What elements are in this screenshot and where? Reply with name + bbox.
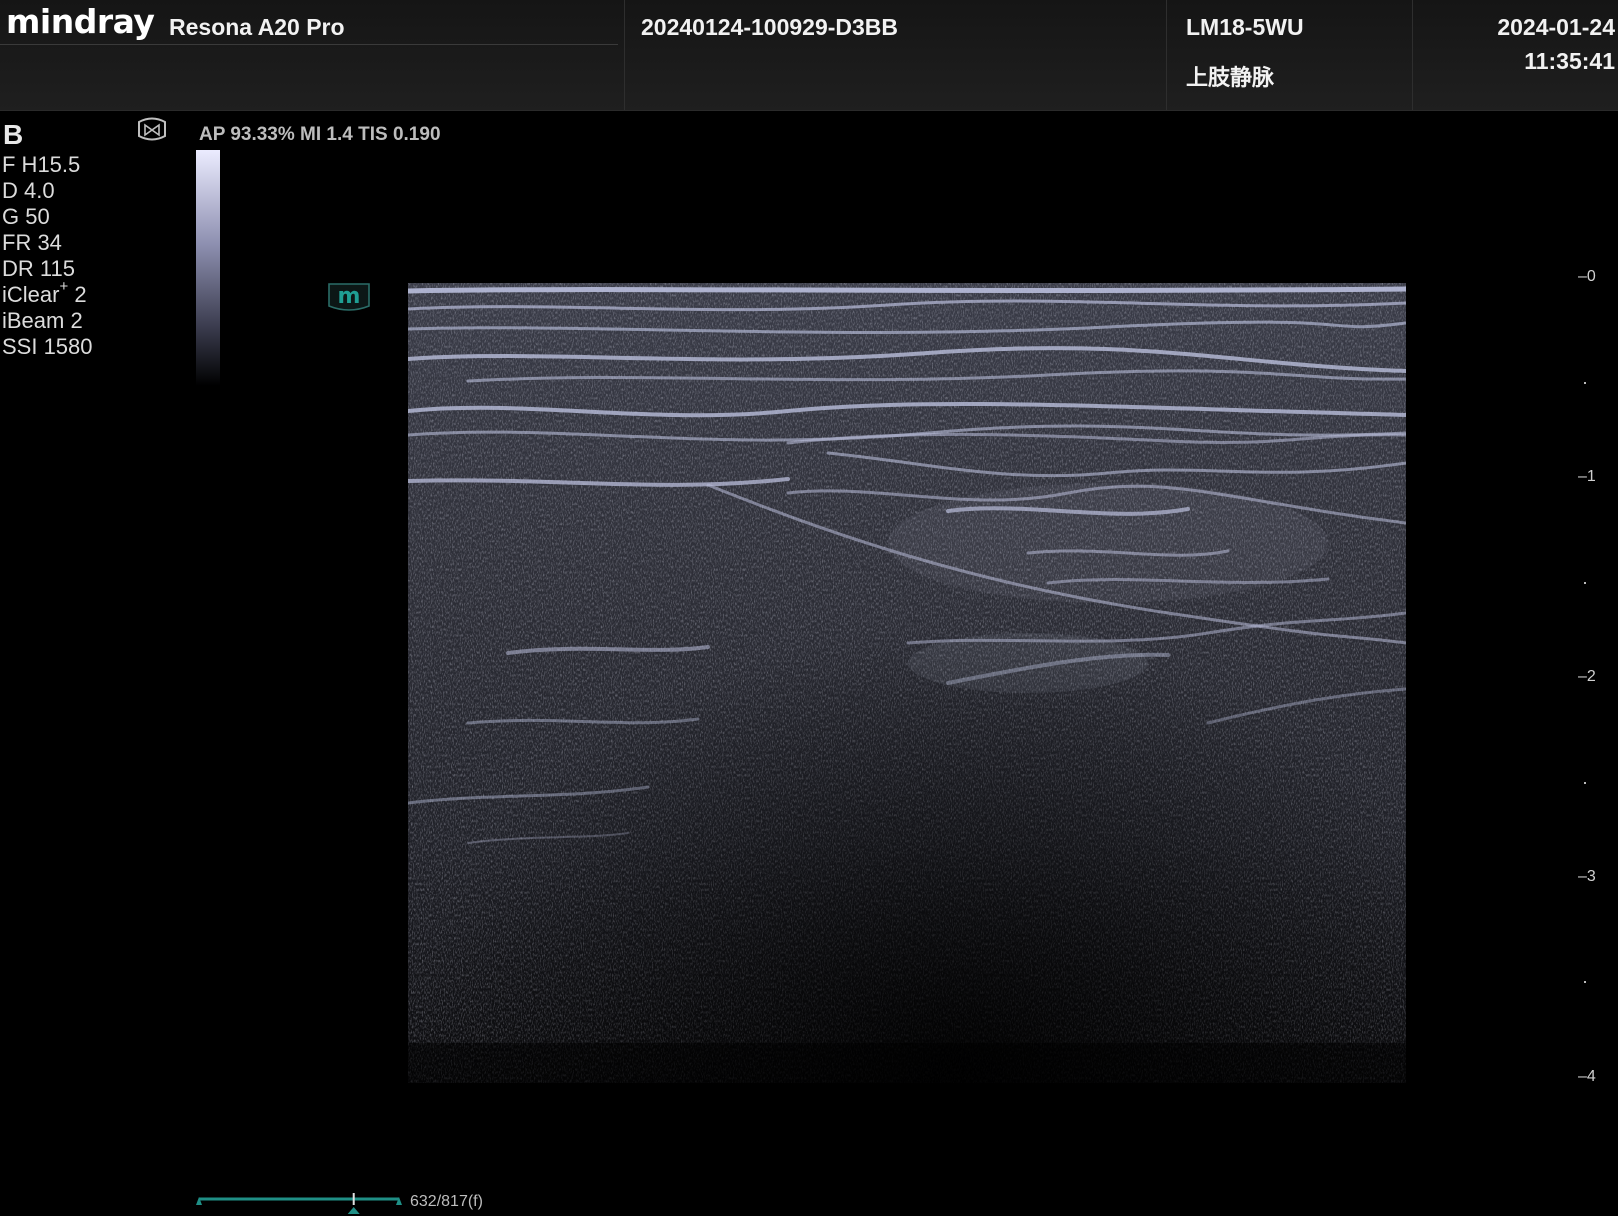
param-depth: D 4.0	[2, 178, 55, 203]
exam-id: 20240124-100929-D3BB	[641, 14, 899, 40]
ultrasound-image[interactable]	[408, 283, 1406, 1083]
exam-date: 2024-01-24	[1497, 14, 1615, 40]
depth-tick-3-label: 3	[1586, 868, 1596, 885]
system-model: Resona A20 Pro	[169, 14, 345, 40]
header-section-exam: 20240124-100929-D3BB	[624, 0, 1167, 110]
depth-scale: –0 –1 –2 –3 –4	[1570, 268, 1618, 1100]
probe-orientation-icon	[138, 117, 166, 141]
grayscale-bar	[196, 150, 220, 386]
depth-minor-tick	[1584, 981, 1586, 983]
depth-tick-3: –3	[1578, 868, 1596, 885]
m-badge-letter: m	[338, 284, 361, 309]
depth-tick-2-label: 2	[1586, 668, 1596, 685]
param-iclear-value: 2	[68, 282, 87, 307]
depth-tick-4-label: 4	[1586, 1068, 1596, 1085]
exam-preset: 上肢静脉	[1186, 65, 1275, 90]
depth-tick-1: –1	[1578, 468, 1596, 485]
exam-time: 11:35:41	[1524, 48, 1615, 74]
depth-minor-tick	[1584, 382, 1586, 384]
param-ibeam: iBeam 2	[2, 308, 83, 333]
param-frequency: F H15.5	[2, 152, 81, 177]
header-section-system: mindray Resona A20 Pro	[0, 0, 625, 110]
depth-minor-tick	[1584, 582, 1586, 584]
imaging-mode: B	[3, 119, 24, 150]
param-ssi: SSI 1580	[2, 334, 93, 359]
param-iclear-plus: +	[59, 278, 69, 295]
header-divider	[0, 44, 618, 45]
depth-tick-0: –0	[1578, 268, 1596, 285]
cine-frame-counter: 632/817(f)	[410, 1193, 483, 1210]
acoustic-output: AP 93.33% MI 1.4 TIS 0.190	[199, 124, 441, 145]
parameter-list: F H15.5 D 4.0 G 50 FR 34 DR 115 iClear+ …	[2, 152, 93, 360]
param-iclear-name: iClear	[2, 282, 60, 307]
probe-name: LM18-5WU	[1186, 14, 1304, 40]
header-section-probe: LM18-5WU 上肢静脉	[1166, 0, 1413, 110]
depth-tick-1-label: 1	[1586, 468, 1596, 485]
depth-tick-4: –4	[1578, 1068, 1596, 1085]
header-bar: mindray Resona A20 Pro 20240124-100929-D…	[0, 0, 1618, 111]
depth-tick-2: –2	[1578, 668, 1596, 685]
header-section-datetime: 2024-01-24 11:35:41	[1412, 0, 1618, 110]
param-gain: G 50	[2, 204, 50, 229]
param-iclear: iClear+ 2	[2, 279, 93, 308]
cine-review-bar[interactable]	[195, 1190, 405, 1216]
depth-minor-tick	[1584, 782, 1586, 784]
param-dynamic-range: DR 115	[2, 256, 75, 281]
param-frame-rate: FR 34	[2, 230, 62, 255]
m-marker-badge: m	[328, 283, 370, 311]
cine-position-handle[interactable]	[347, 1207, 360, 1214]
brand-logo: mindray	[6, 2, 155, 41]
depth-tick-0-label: 0	[1586, 268, 1596, 285]
